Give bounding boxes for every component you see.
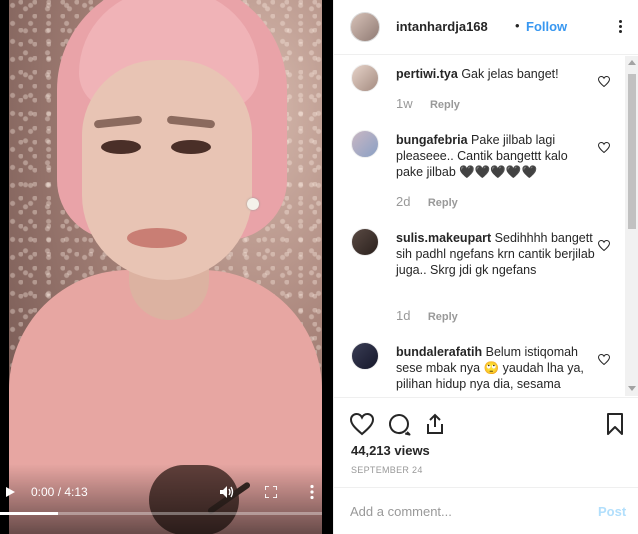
comment-text: sulis.makeupart Sedihhhh bangett sih pad… bbox=[396, 230, 596, 278]
fullscreen-icon[interactable] bbox=[265, 486, 277, 498]
reply-button[interactable]: Reply bbox=[428, 197, 458, 209]
volume-icon[interactable] bbox=[220, 486, 234, 498]
video-player[interactable]: 0:00 / 4:13 bbox=[0, 0, 333, 534]
comment-username[interactable]: sulis.makeupart bbox=[396, 231, 491, 245]
post-actions: 44,213 views SEPTEMBER 24 bbox=[334, 397, 638, 487]
post-sidebar: intanhardja168 • Follow pertiwi.tya Gak … bbox=[333, 0, 638, 534]
follow-button[interactable]: Follow bbox=[526, 19, 567, 34]
view-count[interactable]: 44,213 views bbox=[351, 443, 430, 458]
avatar[interactable] bbox=[351, 64, 379, 92]
comments-list: pertiwi.tya Gak jelas banget! 1w Reply b… bbox=[334, 56, 625, 396]
comment-icon[interactable] bbox=[387, 412, 411, 436]
post-author-username[interactable]: intanhardja168 bbox=[396, 19, 488, 34]
video-progress-fill bbox=[0, 512, 58, 515]
comment-item: bungafebria Pake jilbab lagi pleaseee.. … bbox=[334, 130, 625, 230]
play-icon[interactable] bbox=[6, 487, 15, 497]
heart-icon[interactable] bbox=[598, 142, 610, 153]
video-progress-bar[interactable] bbox=[0, 512, 322, 515]
comment-meta: 2d Reply bbox=[396, 194, 458, 209]
reply-button[interactable]: Reply bbox=[430, 99, 460, 111]
comment-username[interactable]: bundalerafatih bbox=[396, 345, 482, 359]
avatar[interactable] bbox=[351, 130, 379, 158]
comment-meta: 1d Reply bbox=[396, 308, 458, 323]
more-vertical-icon[interactable] bbox=[308, 484, 316, 500]
scroll-up-arrow-icon[interactable] bbox=[628, 60, 636, 65]
share-icon[interactable] bbox=[423, 412, 447, 436]
heart-icon[interactable] bbox=[598, 76, 610, 87]
post-comment-button[interactable]: Post bbox=[598, 504, 626, 519]
post-header: intanhardja168 • Follow bbox=[334, 0, 638, 55]
video-controls: 0:00 / 4:13 bbox=[0, 480, 333, 504]
bookmark-icon[interactable] bbox=[603, 412, 627, 436]
video-subject-lips bbox=[127, 228, 187, 248]
more-options-icon[interactable] bbox=[614, 16, 628, 36]
comment-age: 2d bbox=[396, 194, 411, 209]
video-frame[interactable] bbox=[9, 0, 322, 534]
scroll-down-arrow-icon[interactable] bbox=[628, 386, 636, 391]
comment-item: pertiwi.tya Gak jelas banget! 1w Reply bbox=[334, 64, 625, 134]
video-subject-eye-right bbox=[171, 140, 211, 154]
header-separator: • bbox=[515, 18, 520, 33]
avatar[interactable] bbox=[350, 12, 380, 42]
add-comment-bar: Post bbox=[334, 487, 638, 534]
comment-meta: 1w Reply bbox=[396, 96, 460, 111]
scrollbar-thumb[interactable] bbox=[628, 74, 636, 229]
reply-button[interactable]: Reply bbox=[428, 311, 458, 323]
heart-icon[interactable] bbox=[598, 354, 610, 365]
comment-text: pertiwi.tya Gak jelas banget! bbox=[396, 66, 596, 82]
avatar[interactable] bbox=[351, 342, 379, 370]
video-time: 0:00 / 4:13 bbox=[31, 485, 88, 499]
comment-username[interactable]: bungafebria bbox=[396, 133, 468, 147]
comment-text: bungafebria Pake jilbab lagi pleaseee.. … bbox=[396, 132, 596, 180]
comment-username[interactable]: pertiwi.tya bbox=[396, 67, 458, 81]
video-subject-earring bbox=[247, 198, 259, 210]
comment-item: bundalerafatih Belum istiqomah sese mbak… bbox=[334, 342, 625, 396]
avatar[interactable] bbox=[351, 228, 379, 256]
comment-text: bundalerafatih Belum istiqomah sese mbak… bbox=[396, 344, 596, 392]
comment-age: 1d bbox=[396, 308, 411, 323]
comment-body: Gak jelas banget! bbox=[461, 67, 559, 81]
comment-item: sulis.makeupart Sedihhhh bangett sih pad… bbox=[334, 228, 625, 338]
heart-icon[interactable] bbox=[598, 240, 610, 251]
heart-icon[interactable] bbox=[350, 412, 374, 436]
comment-age: 1w bbox=[396, 96, 413, 111]
video-subject-eye-left bbox=[101, 140, 141, 154]
post-date: SEPTEMBER 24 bbox=[351, 465, 423, 475]
add-comment-input[interactable] bbox=[350, 501, 590, 521]
